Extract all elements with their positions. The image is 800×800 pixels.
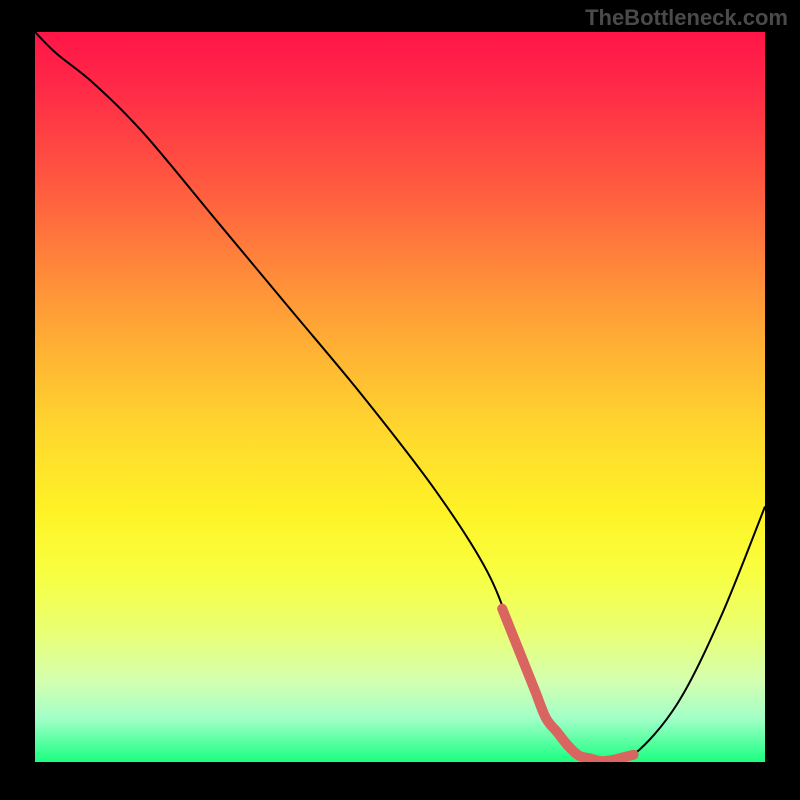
plot-area xyxy=(35,32,765,762)
bottleneck-curve-line xyxy=(35,32,765,762)
minimum-band-mark xyxy=(502,609,633,761)
watermark-text: TheBottleneck.com xyxy=(585,5,788,31)
chart-container: TheBottleneck.com xyxy=(0,0,800,800)
curve-svg xyxy=(35,32,765,762)
